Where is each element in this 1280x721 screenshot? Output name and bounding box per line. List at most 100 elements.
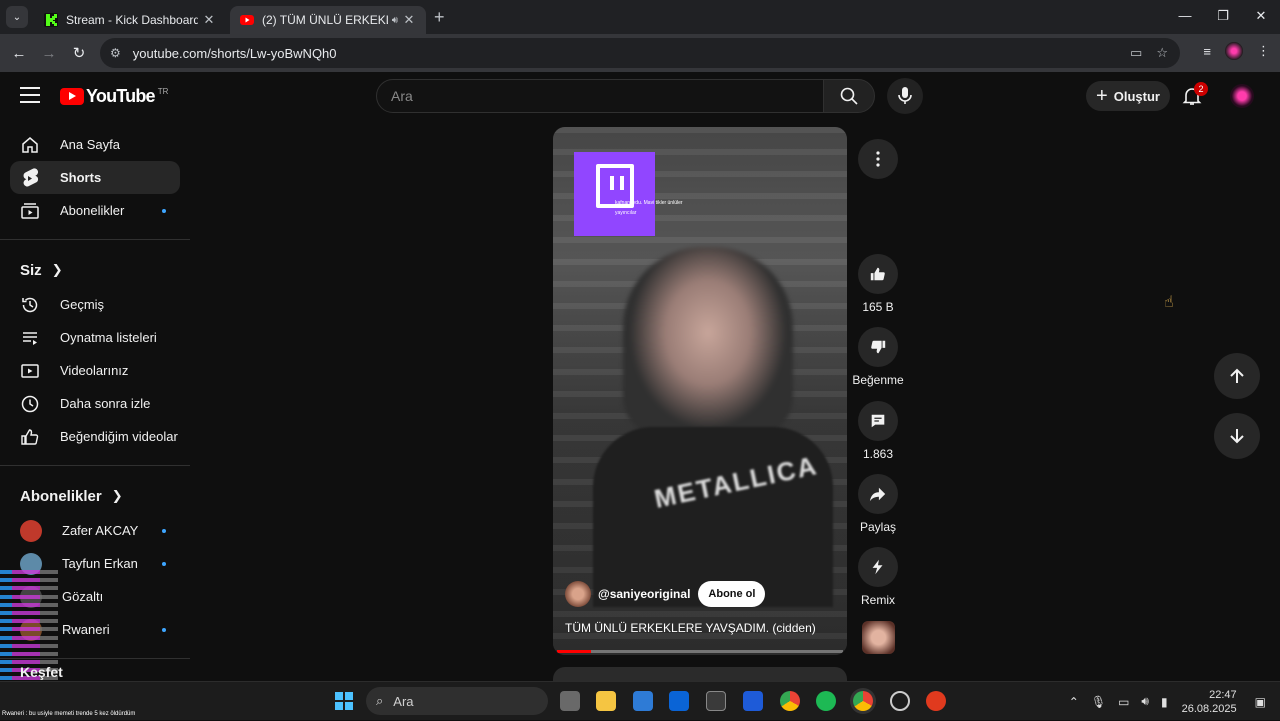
create-button[interactable]: + Oluştur (1086, 81, 1170, 111)
site-info-icon[interactable]: ⚙ (110, 46, 121, 60)
obs-icon[interactable] (890, 691, 910, 711)
search-button[interactable] (823, 79, 875, 113)
sidebar-item-subscriptions[interactable]: Abonelikler (10, 194, 180, 227)
notifications-button[interactable]: 2 (1182, 82, 1208, 111)
minimize-icon[interactable]: — (1166, 0, 1204, 34)
sidebar-section-you[interactable]: Siz ❯ (0, 252, 190, 288)
media-control-icon[interactable]: ≡ (1203, 44, 1211, 59)
back-arrow-icon[interactable]: ← (4, 45, 34, 62)
ea-app-icon[interactable] (926, 691, 946, 711)
like-action: 165 B (848, 254, 908, 314)
sidebar-item-history[interactable]: Geçmiş (10, 288, 180, 321)
sidebar-item-liked-videos[interactable]: Beğendiğim videolar (10, 420, 180, 453)
chevron-right-icon: ❯ (51, 262, 63, 277)
file-explorer-icon[interactable] (596, 691, 616, 711)
editor-icon[interactable] (743, 691, 763, 711)
hamburger-menu-icon[interactable] (20, 87, 40, 103)
next-short-button[interactable] (1214, 413, 1260, 459)
new-content-dot (162, 208, 166, 213)
search-input[interactable]: Ara (376, 79, 824, 113)
taskbar-search-input[interactable]: ⌕ Ara (366, 687, 548, 715)
channel-handle[interactable]: @saniyeoriginal (598, 587, 690, 601)
sidebar-divider (0, 239, 190, 240)
more-options-button[interactable] (858, 139, 898, 179)
notification-badge: 2 (1194, 82, 1208, 96)
channel-avatar (20, 519, 42, 542)
history-icon (20, 295, 40, 315)
subscribe-button[interactable]: Abone ol (698, 581, 766, 607)
address-bar[interactable]: ⚙ youtube.com/shorts/Lw-yoBwNQh0 ▭ ☆ (100, 38, 1180, 68)
like-button[interactable] (858, 254, 898, 294)
notification-center-icon[interactable]: ▣ (1255, 695, 1266, 709)
share-button[interactable] (858, 474, 898, 514)
menu-dots-icon[interactable]: ⋮ (1257, 43, 1270, 59)
overlay-caption: kafnanoydu. Mavi tikler ünlüler (615, 200, 683, 206)
section-title: Siz (20, 261, 42, 279)
taskbar-search-placeholder: Ara (393, 693, 414, 709)
task-view-icon[interactable] (560, 691, 580, 711)
tab-search-button[interactable]: ⌄ (6, 6, 28, 28)
sidebar-channel-zafer-akcay[interactable]: Zafer AKCAY (10, 514, 180, 547)
windows-start-icon[interactable] (335, 692, 353, 710)
cast-icon[interactable]: ▭ (1130, 45, 1142, 61)
sidebar-item-shorts[interactable]: Shorts (10, 161, 180, 194)
close-tab-icon[interactable]: ✕ (202, 12, 216, 28)
sidebar-item-playlists[interactable]: Oynatma listeleri (10, 321, 180, 354)
chrome-icon[interactable] (780, 691, 800, 711)
dislike-button[interactable] (858, 327, 898, 367)
sidebar-item-home[interactable]: Ana Sayfa (10, 128, 180, 161)
comment-action: 1.863 (848, 401, 908, 461)
arrow-down-icon (1230, 429, 1244, 444)
sidebar-section-explore[interactable]: Keşfet (20, 664, 63, 680)
sound-thumbnail[interactable] (862, 621, 895, 654)
bookmark-star-icon[interactable]: ☆ (1156, 45, 1168, 61)
spotify-icon[interactable] (816, 691, 836, 711)
maximize-icon[interactable]: ❐ (1204, 0, 1242, 34)
short-info: @saniyeoriginal Abone ol TÜM ÜNLÜ ERKEKL… (565, 581, 835, 635)
sidebar-item-your-videos[interactable]: Videolarınız (10, 354, 180, 387)
sidebar-item-label: Ana Sayfa (60, 137, 120, 152)
tab-youtube-short[interactable]: (2) TÜM ÜNLÜ ERKEKLERE Y 🔊︎ ✕ (230, 6, 426, 34)
outlook-icon[interactable] (669, 691, 689, 711)
speaker-icon[interactable]: 🔊︎ (392, 15, 398, 26)
shorts-player[interactable]: METALLICA kafnanoydu. Mavi tikler ünlüle… (553, 127, 847, 655)
close-window-icon[interactable]: ✕ (1242, 0, 1280, 34)
battery-icon[interactable]: ▮ (1161, 695, 1168, 709)
sidebar-item-label: Geçmiş (60, 297, 105, 312)
voice-search-button[interactable] (887, 78, 923, 114)
microphone-tray-icon[interactable]: 🎙︎ (1091, 695, 1106, 709)
new-tab-button[interactable]: + (434, 7, 445, 28)
forward-arrow-icon[interactable]: → (34, 45, 64, 62)
chrome-profile-icon[interactable] (853, 691, 873, 711)
channel-avatar[interactable] (565, 581, 591, 607)
account-avatar[interactable] (1230, 84, 1254, 108)
remix-button[interactable] (858, 547, 898, 587)
display-icon[interactable]: ▭ (1118, 695, 1129, 709)
close-tab-icon[interactable]: ✕ (402, 12, 416, 28)
volume-icon[interactable]: 🔊︎ (1141, 694, 1149, 709)
section-title: Abonelikler (20, 487, 102, 505)
reload-icon[interactable]: ↻ (64, 44, 94, 62)
tray-overflow-chevron-icon[interactable]: ⌃ (1069, 695, 1079, 709)
sidebar-section-subscriptions[interactable]: Abonelikler ❯ (0, 478, 190, 514)
youtube-logo[interactable]: YouTube TR (60, 86, 168, 107)
plus-icon: + (1096, 85, 1108, 107)
browser-toolbar: ← → ↻ ⚙ youtube.com/shorts/Lw-yoBwNQh0 ▭… (0, 34, 1280, 72)
comment-icon (871, 414, 885, 428)
app-icon[interactable] (706, 691, 726, 711)
youtube-header: YouTube TR Ara + Oluştur 2 (0, 72, 1280, 122)
taskbar-clock[interactable]: 22:47 26.08.2025 (1182, 688, 1237, 716)
youtube-play-icon (60, 88, 84, 105)
short-title[interactable]: TÜM ÜNLÜ ERKEKLERE YAVŞADIM. (cidden) (565, 621, 835, 635)
region-code: TR (157, 87, 169, 96)
profile-avatar[interactable] (1225, 42, 1243, 60)
sidebar-item-watch-later[interactable]: Daha sonra izle (10, 387, 180, 420)
playback-progress-bar[interactable] (557, 650, 843, 653)
previous-short-button[interactable] (1214, 353, 1260, 399)
tab-kick-dashboard[interactable]: Stream - Kick Dashboard ✕ (34, 6, 226, 34)
logo-text: YouTube (86, 86, 156, 106)
microsoft-store-icon[interactable] (633, 691, 653, 711)
search-icon (840, 87, 858, 105)
comments-button[interactable] (858, 401, 898, 441)
tab-title: Stream - Kick Dashboard (66, 13, 198, 27)
